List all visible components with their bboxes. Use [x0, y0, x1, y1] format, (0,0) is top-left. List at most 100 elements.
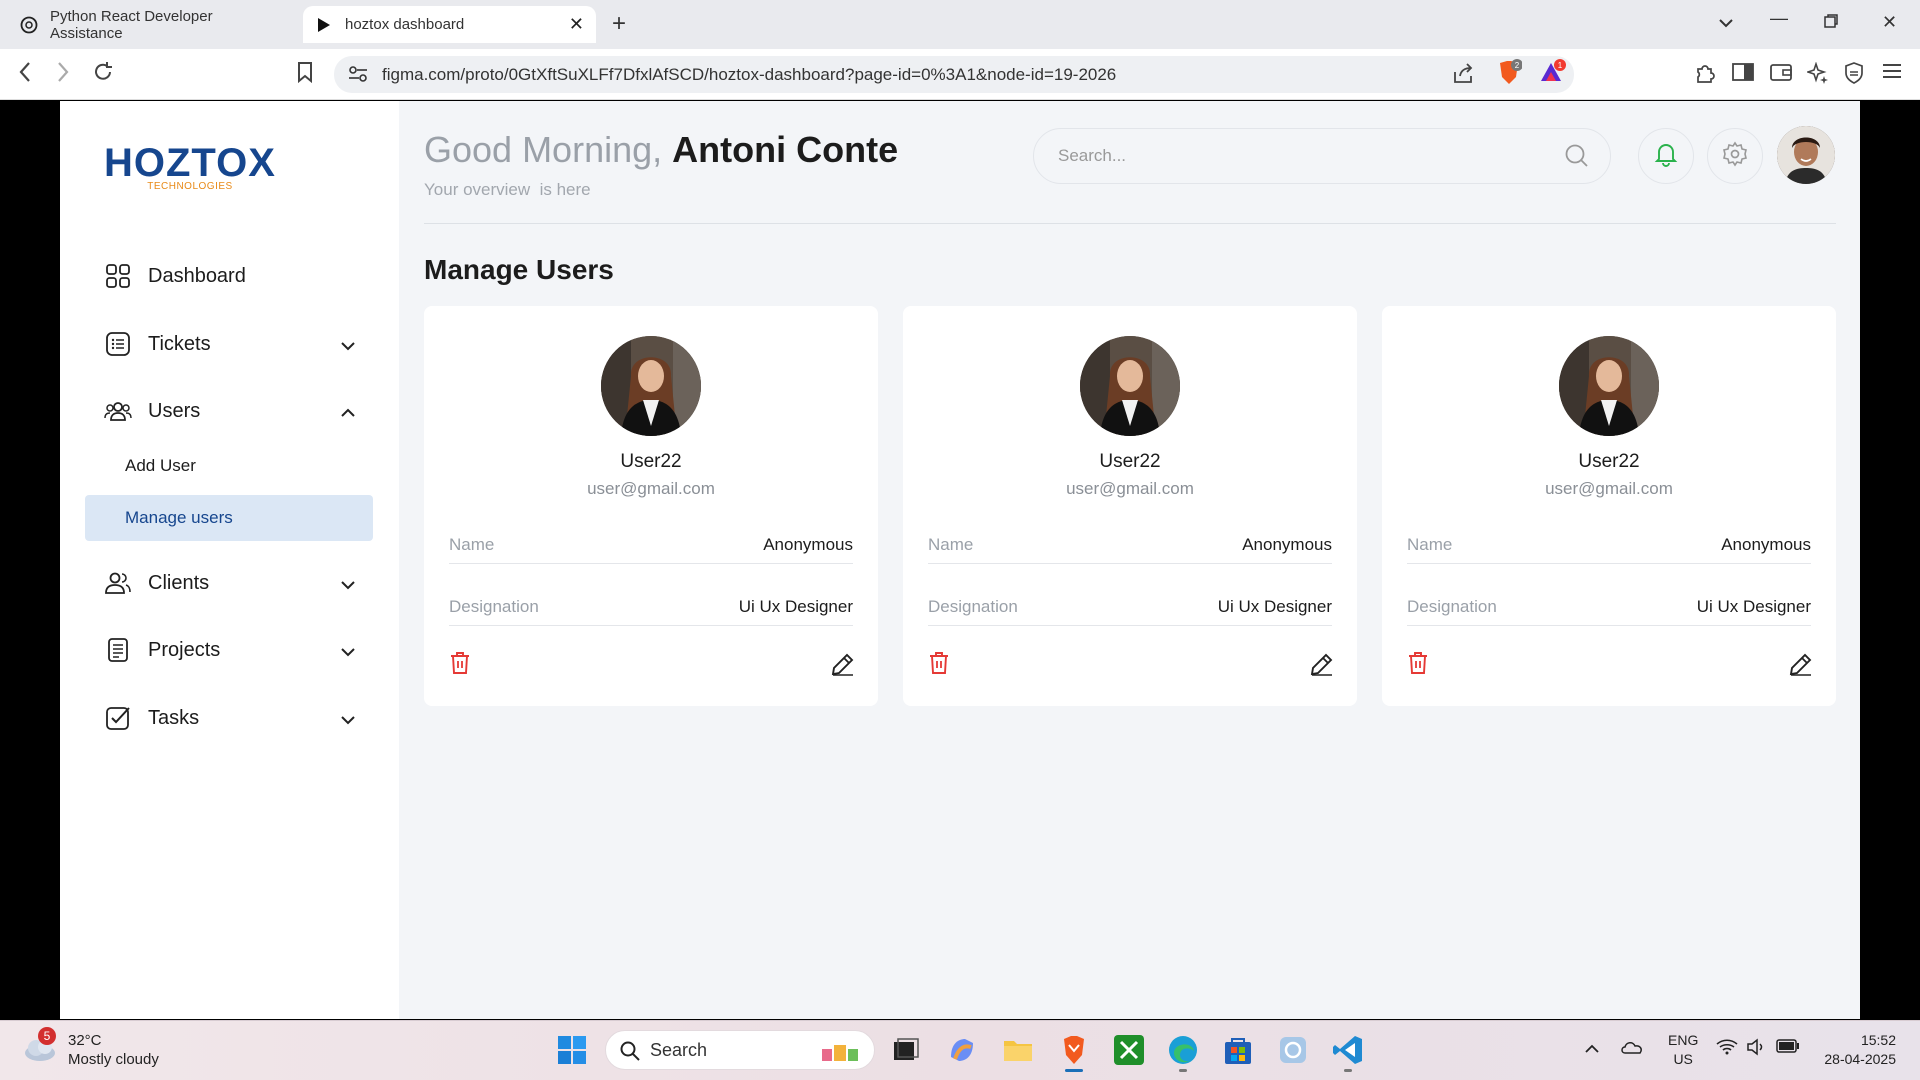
sidebar-item-dashboard[interactable]: Dashboard [104, 256, 356, 296]
wallet-icon[interactable] [1770, 62, 1792, 87]
taskbar-search-label: Search [650, 1039, 708, 1060]
edit-pencil-icon[interactable] [830, 651, 856, 682]
sidebar-item-label: Projects [148, 638, 221, 661]
sidebar-item-users[interactable]: Users [104, 391, 356, 431]
figma-play-icon [315, 16, 333, 34]
header-divider [424, 223, 1836, 224]
sidebar-item-label: Users [148, 399, 201, 422]
main-content: Good Morning, Antoni Conte Your overview… [424, 101, 1836, 1019]
designation-label: Designation [1407, 596, 1497, 616]
list-icon [104, 330, 132, 358]
alert-badge: 1 [1558, 61, 1563, 70]
battery-icon[interactable] [1776, 1039, 1800, 1056]
chevron-down-icon[interactable] [340, 573, 356, 596]
task-view-icon[interactable] [888, 1033, 922, 1067]
windows-start-icon[interactable] [555, 1033, 589, 1067]
wifi-icon[interactable] [1716, 1039, 1738, 1058]
tab-hoztox-dashboard[interactable]: hoztox dashboard ✕ [303, 6, 596, 43]
reload-icon[interactable] [92, 61, 114, 89]
sidebar-item-tasks[interactable]: Tasks [104, 698, 356, 738]
clock[interactable]: 15:52 28-04-2025 [1818, 1031, 1896, 1069]
vpn-shield-icon[interactable] [1844, 62, 1864, 89]
sidebar-item-tickets[interactable]: Tickets [104, 324, 356, 364]
tab-python-react[interactable]: Python React Developer Assistance [8, 6, 298, 43]
share-icon[interactable] [1452, 62, 1474, 89]
delete-icon[interactable] [928, 651, 950, 680]
profile-avatar[interactable] [1777, 126, 1835, 184]
minimize-icon[interactable]: — [1770, 8, 1788, 29]
tab-list-chevron-icon[interactable] [1718, 12, 1734, 33]
windows-taskbar: 5 32°C Mostly cloudy Search ENG US 15:52… [0, 1020, 1920, 1080]
user-username: User22 [1099, 451, 1161, 472]
file-explorer-icon[interactable] [1001, 1033, 1035, 1067]
sidebar-subitem-manage-users[interactable]: Manage users [85, 495, 373, 541]
leo-ai-icon[interactable] [1805, 61, 1829, 89]
delete-icon[interactable] [449, 651, 471, 680]
bell-icon [1654, 141, 1678, 172]
weather-widget[interactable]: 5 32°C Mostly cloudy [22, 1026, 159, 1069]
settings-button[interactable] [1707, 128, 1763, 184]
language: ENG [1668, 1032, 1699, 1048]
bookmark-icon[interactable] [297, 61, 313, 89]
sidebar-item-clients[interactable]: Clients [104, 563, 356, 603]
search-highlight-icon [818, 1037, 862, 1070]
chevron-down-icon[interactable] [340, 334, 356, 357]
sidebar-item-projects[interactable]: Projects [104, 630, 356, 670]
back-icon[interactable] [18, 61, 32, 89]
brave-shields-icon[interactable]: 2 [1496, 59, 1523, 92]
sidebar-subitem-add-user[interactable]: Add User [85, 443, 373, 489]
sidebar-item-label: Tickets [148, 332, 211, 355]
search-input[interactable]: Search... [1033, 128, 1611, 184]
volume-icon[interactable] [1746, 1038, 1766, 1059]
edit-pencil-icon[interactable] [1788, 651, 1814, 682]
edge-icon[interactable] [1166, 1033, 1200, 1072]
name-label: Name [449, 534, 495, 554]
brave-browser-icon[interactable] [1057, 1033, 1091, 1072]
designation-row: Designation Ui Ux Designer [1407, 588, 1811, 626]
greeting-prefix: Good Morning, [424, 129, 663, 170]
copilot-icon[interactable] [945, 1033, 979, 1067]
close-tab-icon[interactable]: ✕ [569, 14, 584, 35]
sidebar-toggle-icon[interactable] [1732, 62, 1754, 87]
name-label: Name [928, 534, 974, 554]
close-window-icon[interactable]: ✕ [1882, 12, 1897, 33]
sidebar-item-label: Clients [148, 571, 210, 594]
microsoft-store-icon[interactable] [1221, 1033, 1255, 1067]
brave-rewards-icon[interactable]: 1 [1538, 59, 1566, 90]
site-settings-icon[interactable] [348, 65, 368, 88]
notifications-button[interactable] [1638, 128, 1694, 184]
user-email: user@gmail.com [1066, 479, 1194, 498]
restore-icon[interactable] [1824, 12, 1838, 33]
new-tab-icon[interactable]: + [612, 10, 626, 38]
subitem-label: Manage users [125, 508, 233, 527]
snipping-tool-icon[interactable] [1276, 1033, 1310, 1067]
hoztox-logo[interactable]: HOZTOX TECHNOLOGIES [104, 143, 276, 192]
user-photo [601, 336, 701, 436]
search-icon[interactable] [1564, 143, 1590, 174]
edit-pencil-icon[interactable] [1309, 651, 1335, 682]
chevron-up-icon[interactable] [340, 401, 356, 424]
user-photo [1080, 336, 1180, 436]
show-hidden-icons-icon[interactable] [1584, 1041, 1600, 1057]
chevron-down-icon[interactable] [340, 708, 356, 731]
url-text: figma.com/proto/0GtXftSuXLFf7DfxlAfSCD/h… [382, 64, 1117, 84]
delete-icon[interactable] [1407, 651, 1429, 680]
overview-subtitle: Your overview is here [424, 180, 591, 199]
extensions-icon[interactable] [1694, 62, 1716, 89]
vscode-icon[interactable] [1331, 1033, 1365, 1072]
user-username: User22 [1578, 451, 1640, 472]
chevron-down-icon[interactable] [340, 640, 356, 663]
users-icon [104, 397, 132, 425]
url-field[interactable]: figma.com/proto/0GtXftSuXLFf7DfxlAfSCD/h… [334, 56, 1574, 93]
forward-icon[interactable] [56, 61, 70, 89]
open-indicator [1344, 1069, 1352, 1072]
language-indicator[interactable]: ENG US [1668, 1031, 1698, 1069]
taskbar-search[interactable]: Search [605, 1030, 875, 1070]
xbox-icon[interactable] [1112, 1033, 1146, 1067]
user-email: user@gmail.com [1545, 479, 1673, 498]
grid-icon [104, 262, 132, 290]
menu-icon[interactable] [1882, 62, 1902, 85]
name-value: Anonymous [1721, 534, 1811, 554]
onedrive-icon[interactable] [1620, 1039, 1644, 1058]
user-photo [1559, 336, 1659, 436]
